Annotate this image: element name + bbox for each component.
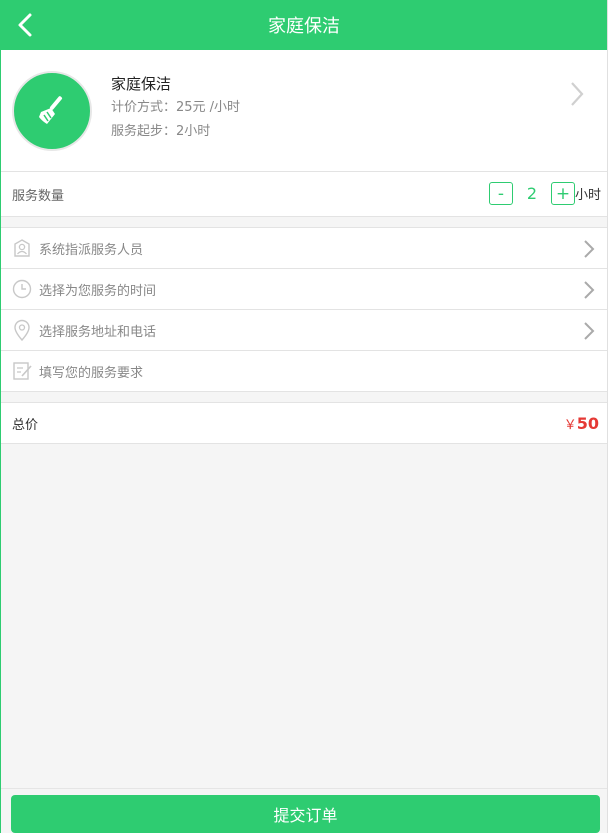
total-price: ￥50 <box>564 414 599 433</box>
list-item-assign-staff[interactable]: 系统指派服务人员 <box>1 228 607 269</box>
app-frame: 家庭保洁 家庭保洁 计价方式：25元 /小时 服务起步：2小时 服务数量 - 2… <box>0 0 608 833</box>
chevron-right-icon <box>583 321 595 345</box>
decrement-button[interactable]: - <box>488 182 513 205</box>
service-minimum: 服务起步：2小时 <box>111 124 211 139</box>
service-card[interactable]: 家庭保洁 计价方式：25元 /小时 服务起步：2小时 <box>1 50 607 172</box>
chevron-right-icon <box>583 239 595 263</box>
location-pin-icon <box>11 319 33 341</box>
currency-symbol: ￥ <box>563 418 577 433</box>
options-list: 系统指派服务人员 选择为您服务的时间 选择服务地址和电话 填写您的服务要求 <box>1 227 607 392</box>
quantity-value: 2 <box>526 184 538 203</box>
clock-icon <box>11 278 33 300</box>
quantity-stepper: - 2 + 小时 <box>488 182 601 205</box>
submit-order-button[interactable]: 提交订单 <box>11 795 600 833</box>
quantity-row: 服务数量 - 2 + 小时 <box>1 172 607 217</box>
page-title: 家庭保洁 <box>268 16 340 37</box>
list-item-requirements[interactable]: 填写您的服务要求 <box>1 351 607 392</box>
note-edit-icon <box>11 360 33 382</box>
total-row: 总价 ￥50 <box>1 402 607 444</box>
header-bar: 家庭保洁 <box>1 0 607 50</box>
list-item-service-time[interactable]: 选择为您服务的时间 <box>1 269 607 310</box>
service-pricing: 计价方式：25元 /小时 <box>111 100 241 115</box>
chevron-right-icon <box>569 80 585 112</box>
footer-bar: 提交订单 <box>1 788 607 833</box>
list-item-label: 系统指派服务人员 <box>39 242 144 258</box>
increment-button[interactable]: + <box>550 182 575 205</box>
staff-badge-icon <box>11 237 33 259</box>
service-name: 家庭保洁 <box>111 75 172 93</box>
list-item-label: 填写您的服务要求 <box>39 365 144 381</box>
list-item-address-phone[interactable]: 选择服务地址和电话 <box>1 310 607 351</box>
chevron-left-icon[interactable] <box>13 12 39 38</box>
quantity-label: 服务数量 <box>12 188 65 204</box>
total-amount: 50 <box>576 414 599 433</box>
broom-icon <box>12 71 92 151</box>
total-label: 总价 <box>12 417 39 433</box>
list-item-label: 选择服务地址和电话 <box>39 324 157 340</box>
service-info: 家庭保洁 计价方式：25元 /小时 服务起步：2小时 <box>111 74 240 142</box>
list-item-label: 选择为您服务的时间 <box>39 283 157 299</box>
quantity-unit: 小时 <box>574 188 601 203</box>
chevron-right-icon <box>583 280 595 304</box>
